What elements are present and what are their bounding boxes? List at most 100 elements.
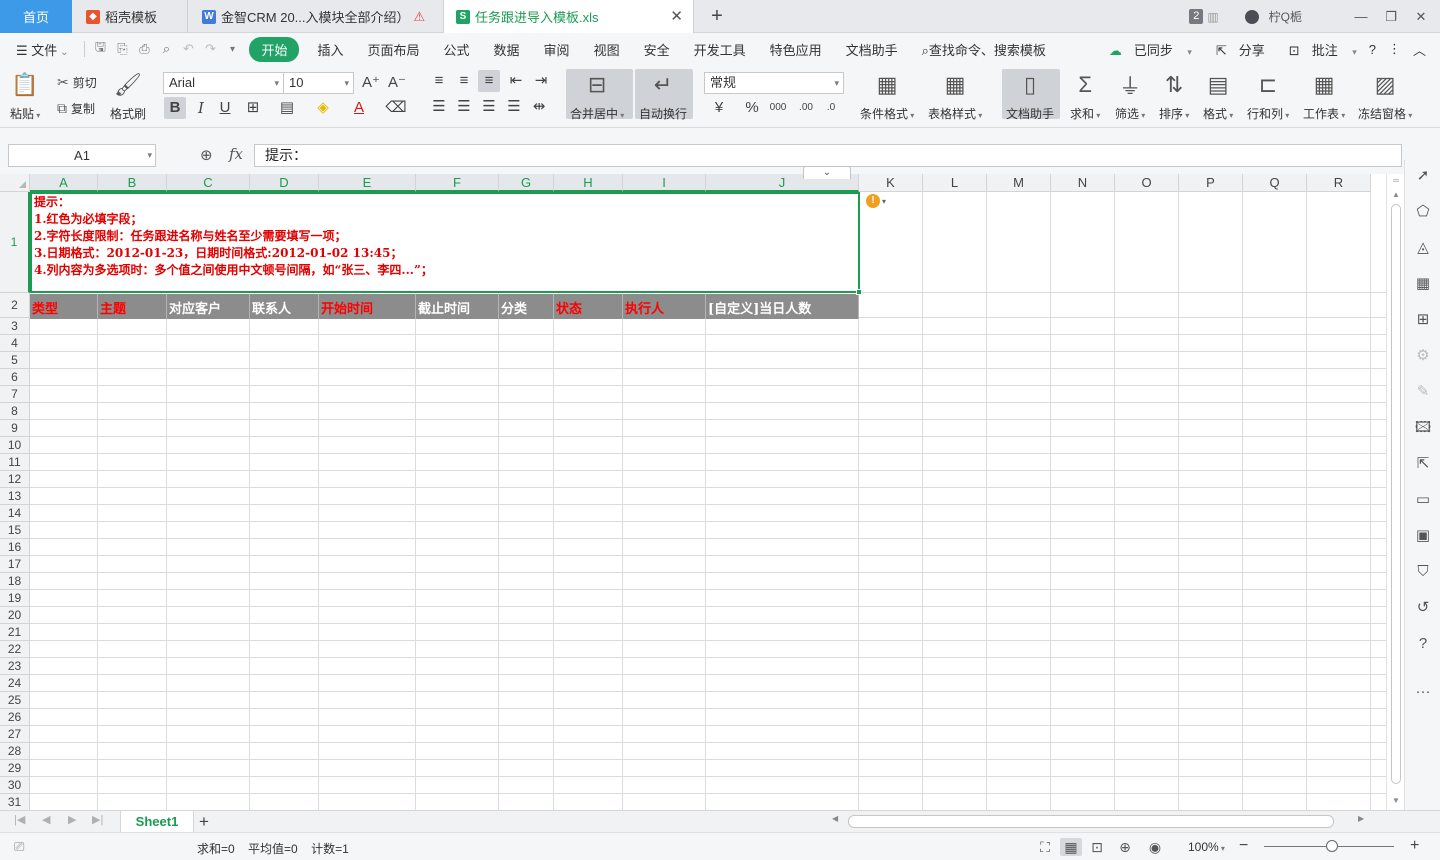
share-button[interactable]: ⇱ 分享	[1204, 40, 1265, 59]
format-button[interactable]: ▤ 格式 ▾	[1203, 71, 1233, 122]
insert-function-button[interactable]: fx	[229, 145, 243, 163]
conditional-format-button[interactable]: ▦ 条件格式 ▾	[860, 71, 914, 122]
restore-icon[interactable]: ❐	[1376, 9, 1406, 25]
row-header-26[interactable]: 26	[0, 709, 30, 726]
eye-protection-icon[interactable]: ◉	[1144, 838, 1166, 856]
column-header-n[interactable]: N	[1051, 174, 1115, 192]
borders-icon[interactable]: ⊞	[242, 97, 264, 119]
more-menu-icon[interactable]: ⋮	[1388, 41, 1401, 57]
vertical-scroll-thumb[interactable]	[1391, 204, 1401, 784]
picture-icon[interactable]: ▣	[1405, 524, 1440, 548]
row-header-11[interactable]: 11	[0, 454, 30, 471]
formula-input[interactable]: 提示：	[254, 144, 1402, 167]
italic-button[interactable]: I	[190, 97, 212, 119]
shapes-icon[interactable]: ⬠	[1405, 200, 1440, 224]
row-header-16[interactable]: 16	[0, 539, 30, 556]
close-tab-icon[interactable]: ✕	[670, 7, 683, 25]
column-header-l[interactable]: L	[923, 174, 987, 192]
column-header-b[interactable]: B	[98, 174, 167, 192]
distributed-icon[interactable]: ⇹	[528, 96, 550, 118]
bold-button[interactable]: B	[164, 97, 186, 119]
file-menu[interactable]: ☰ 文件 ⌄	[0, 40, 80, 59]
align-bottom-icon[interactable]: ≡	[478, 70, 500, 92]
row-header-14[interactable]: 14	[0, 505, 30, 522]
fill-handle[interactable]	[856, 289, 862, 295]
tab-special-apps[interactable]: 特色应用	[758, 40, 834, 59]
sheet-tab-sheet1[interactable]: Sheet1	[120, 811, 194, 833]
fullscreen-icon[interactable]: ⛶	[1034, 838, 1056, 856]
tab-docer-templates[interactable]: ◆ 稻壳模板	[72, 0, 188, 33]
tab-review[interactable]: 审阅	[532, 40, 582, 59]
tab-insert[interactable]: 插入	[305, 40, 355, 59]
column-header-c[interactable]: C	[167, 174, 250, 192]
scroll-right-icon[interactable]: ▶	[1358, 814, 1364, 823]
apps-grid-icon[interactable]: ⊞	[1405, 308, 1440, 332]
print-preview-icon[interactable]: ⌕	[155, 41, 177, 57]
properties-icon[interactable]: ⚙	[1405, 344, 1440, 368]
add-sheet-button[interactable]: +	[194, 811, 214, 833]
row-header-27[interactable]: 27	[0, 726, 30, 743]
doc-assistant-button[interactable]: ▯ 文档助手	[1006, 71, 1054, 122]
close-window-icon[interactable]: ✕	[1406, 9, 1436, 25]
scroll-left-icon[interactable]: ◀	[832, 814, 838, 823]
sum-button[interactable]: Σ 求和 ▾	[1070, 71, 1100, 122]
column-header-p[interactable]: P	[1179, 174, 1243, 192]
align-left-icon[interactable]: ☰	[428, 96, 450, 118]
row-header-15[interactable]: 15	[0, 522, 30, 539]
first-sheet-icon[interactable]: |◀	[14, 813, 25, 826]
column-header-a[interactable]: A	[30, 174, 98, 192]
row-header-8[interactable]: 8	[0, 403, 30, 420]
prev-sheet-icon[interactable]: ◀	[42, 813, 50, 826]
collapse-ribbon-icon[interactable]: ︿	[1413, 40, 1426, 59]
avatar[interactable]	[1244, 9, 1259, 24]
row-col-button[interactable]: ⊏ 行和列 ▾	[1247, 71, 1289, 122]
filter-button[interactable]: ⏚ 筛选 ▾	[1115, 71, 1145, 122]
font-name-select[interactable]: Arial	[163, 72, 284, 94]
header-cell[interactable]: 状态	[554, 294, 623, 319]
tab-page-layout[interactable]: 页面布局	[356, 40, 432, 59]
header-cell[interactable]: 截止时间	[416, 294, 499, 319]
font-color-icon[interactable]: A	[348, 97, 370, 119]
minimize-icon[interactable]: —	[1346, 9, 1376, 24]
row-header-20[interactable]: 20	[0, 607, 30, 624]
help-icon[interactable]: ?	[1369, 42, 1376, 57]
select-all-corner[interactable]	[0, 174, 30, 192]
align-right-icon[interactable]: ☰	[478, 96, 500, 118]
undo-icon[interactable]: ↶	[177, 41, 199, 57]
header-cell[interactable]: 执行人	[623, 294, 706, 319]
underline-button[interactable]: U	[214, 97, 236, 119]
horizontal-scrollbar[interactable]: ◀ ▶	[832, 814, 1372, 828]
shield-icon[interactable]: ⛉	[1405, 560, 1440, 584]
clear-format-icon[interactable]: ⌫	[385, 97, 407, 119]
save-icon[interactable]: 🖫	[89, 38, 111, 60]
comment-button[interactable]: ⊡ 批注 ▾	[1277, 40, 1357, 59]
table-icon[interactable]: ▦	[1405, 272, 1440, 296]
currency-icon[interactable]: ¥	[708, 97, 730, 119]
column-header-i[interactable]: I	[623, 174, 706, 192]
vertical-scrollbar[interactable]: ═ ▲ ▼	[1386, 174, 1404, 810]
align-top-icon[interactable]: ≡	[428, 70, 450, 92]
export-share-icon[interactable]: ⇱	[1405, 452, 1440, 476]
paste-button[interactable]: 📋 粘贴 ▾	[10, 71, 40, 122]
window-count-badge[interactable]: 2	[1189, 9, 1204, 24]
tab-home[interactable]: 首页	[0, 0, 72, 33]
history-icon[interactable]: ↺	[1405, 596, 1440, 620]
row-header-5[interactable]: 5	[0, 352, 30, 369]
header-cell[interactable]: 开始时间	[319, 294, 416, 319]
header-cell[interactable]: 联系人	[250, 294, 319, 319]
tools-icon[interactable]: ✎	[1405, 380, 1440, 404]
column-header-m[interactable]: M	[987, 174, 1051, 192]
tab-developer[interactable]: 开发工具	[682, 40, 758, 59]
font-size-select[interactable]: 10	[283, 72, 354, 94]
column-header-g[interactable]: G	[499, 174, 554, 192]
window-list-icon[interactable]: ▥	[1207, 10, 1218, 24]
decrease-indent-icon[interactable]: ⇤	[505, 70, 527, 92]
number-format-select[interactable]: 常规	[704, 72, 844, 94]
row-header-31[interactable]: 31	[0, 794, 30, 810]
scroll-up-icon[interactable]: ═	[1387, 176, 1405, 185]
redo-icon[interactable]: ↷	[199, 41, 221, 57]
next-sheet-icon[interactable]: ▶	[68, 813, 76, 826]
justify-icon[interactable]: ☰	[503, 96, 525, 118]
zoom-level[interactable]: 100% ▾	[1188, 840, 1225, 854]
print-icon[interactable]: ⎙	[133, 41, 155, 57]
